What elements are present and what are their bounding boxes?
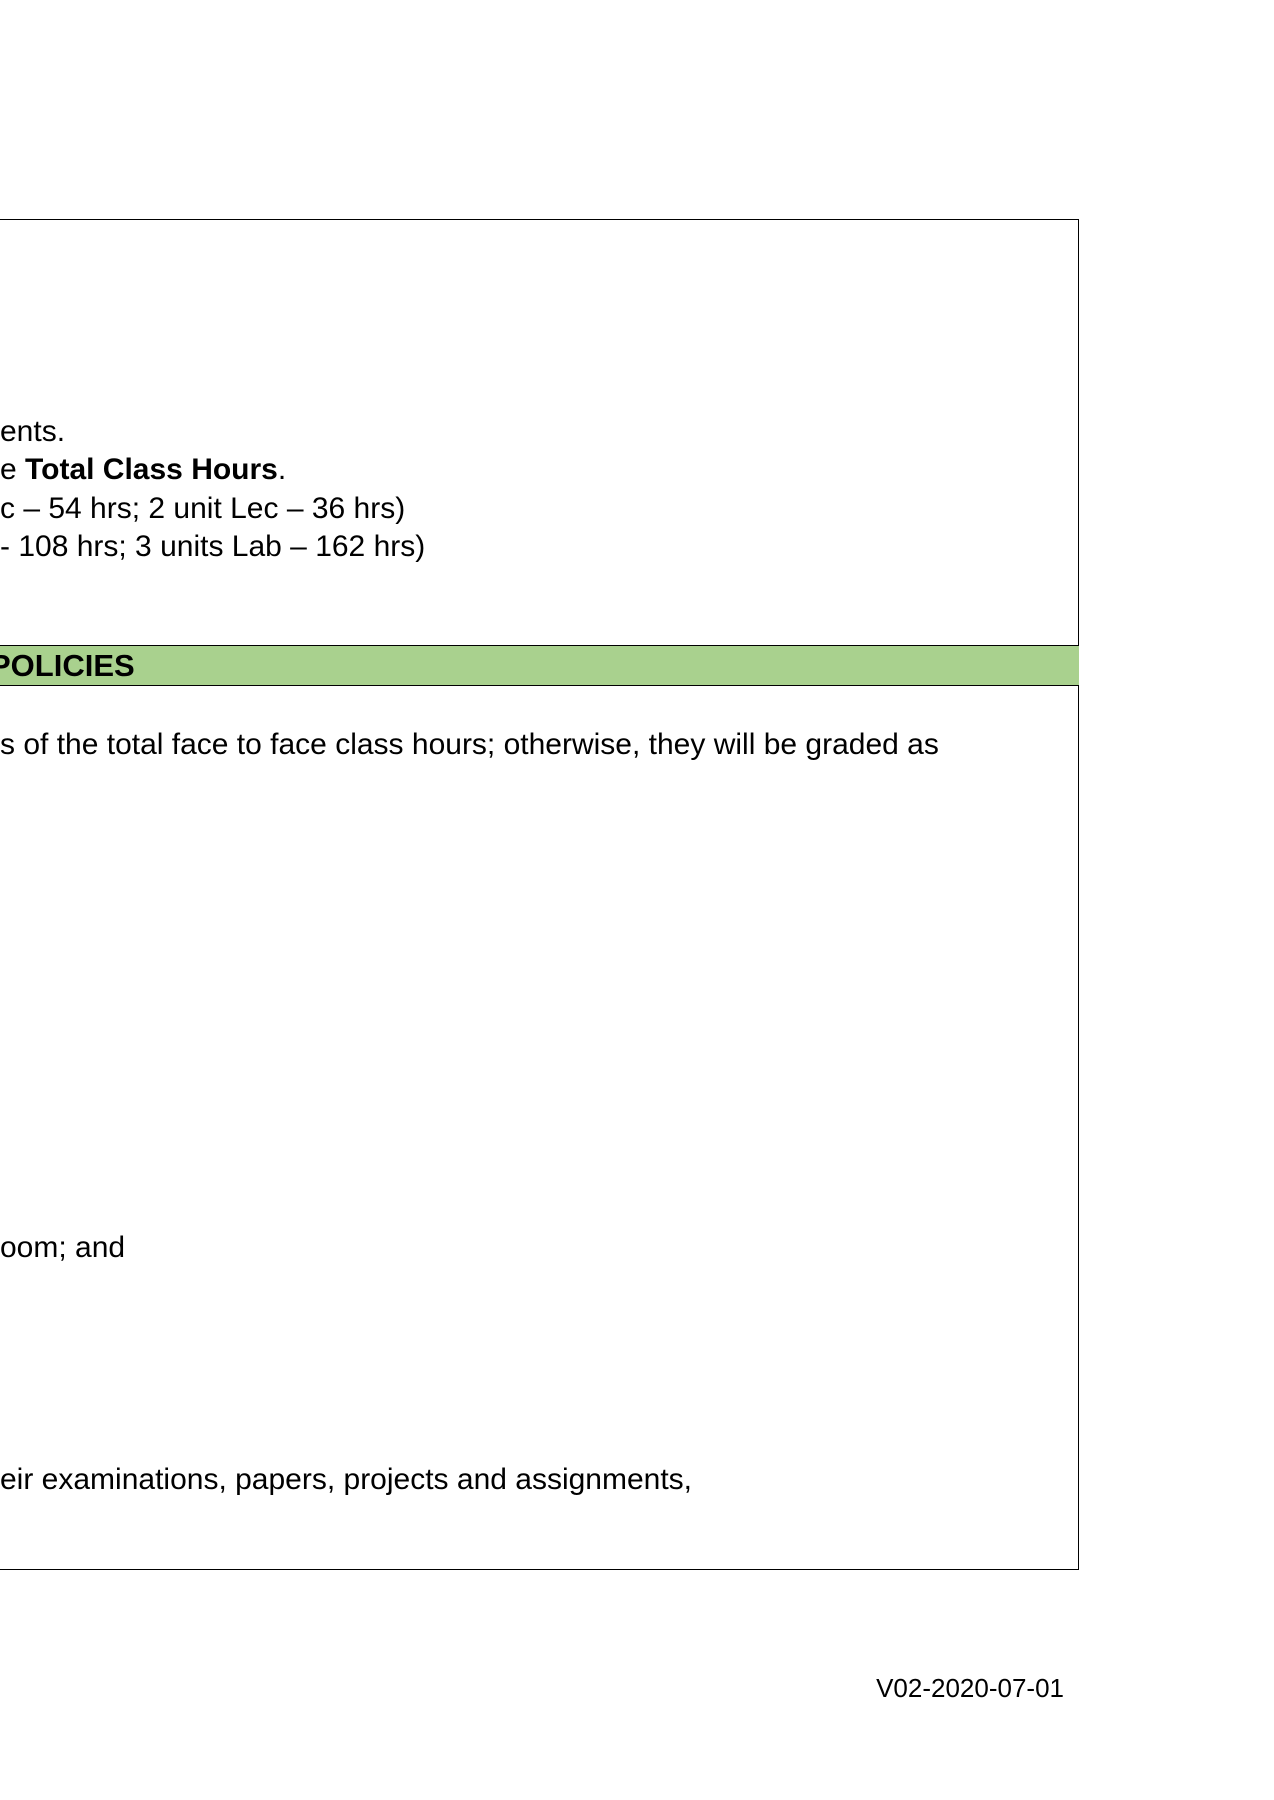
policy-line-classroom: oom; and — [0, 1231, 126, 1264]
text-line-lec-hours: c – 54 hrs; 2 unit Lec – 36 hrs) — [0, 492, 406, 525]
text-line-total-class-hours: e Total Class Hours. — [0, 452, 286, 488]
text-prefix: e — [0, 453, 26, 486]
policies-section-header: POLICIES — [0, 645, 1079, 686]
text-line-ents: ents. — [0, 415, 66, 448]
policy-line-examinations: eir examinations, papers, projects and a… — [0, 1463, 693, 1496]
policy-line-attendance: s of the total face to face class hours;… — [0, 728, 939, 761]
section-title: POLICIES — [0, 648, 135, 683]
total-class-hours-label: Total Class Hours — [25, 453, 278, 486]
text-suffix: . — [277, 453, 287, 486]
content-frame — [0, 219, 1079, 1570]
version-footer: V02-2020-07-01 — [876, 1673, 1064, 1703]
text-line-lab-hours: - 108 hrs; 3 units Lab – 162 hrs) — [0, 530, 426, 563]
